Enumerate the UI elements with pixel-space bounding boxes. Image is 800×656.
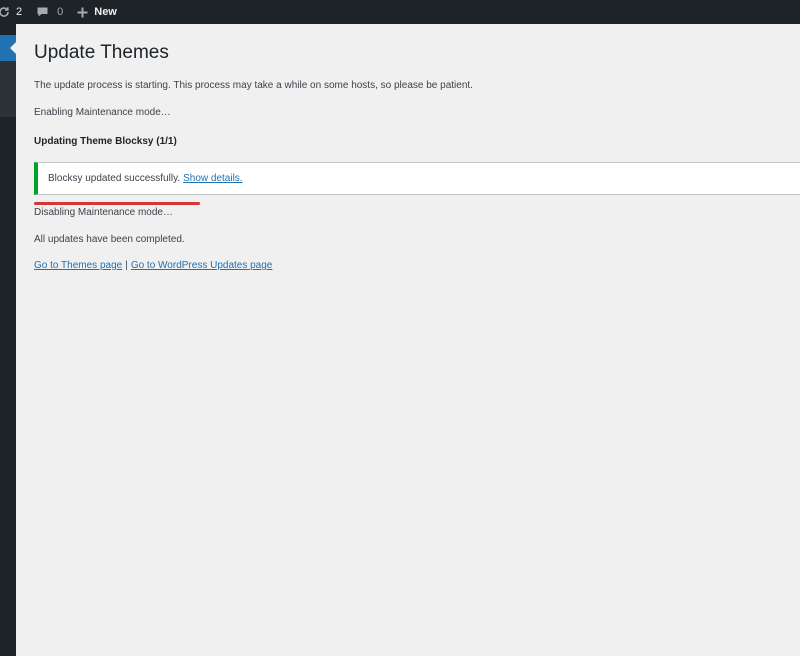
themes-page-link[interactable]: Go to Themes page xyxy=(34,260,122,271)
completed-text: All updates have been completed. xyxy=(34,234,185,245)
updates-icon xyxy=(0,6,10,18)
admin-menu xyxy=(0,24,17,656)
admin-bar: 2 0 New xyxy=(0,0,800,24)
enabling-maintenance-text: Enabling Maintenance mode… xyxy=(34,107,171,118)
menu-arrow-icon xyxy=(10,41,17,55)
notice-message: Blocksy updated successfully. xyxy=(48,173,181,184)
updates-page-link[interactable]: Go to WordPress Updates page xyxy=(131,260,273,271)
comments-menu[interactable]: 0 xyxy=(36,0,63,24)
page-title: Update Themes xyxy=(34,42,169,63)
new-content-menu[interactable]: New xyxy=(77,0,117,24)
show-details-link[interactable]: Show details. xyxy=(183,173,242,184)
comment-icon xyxy=(36,6,49,18)
highlight-underline xyxy=(34,202,200,205)
updating-theme-heading: Updating Theme Blocksy (1/1) xyxy=(34,136,177,147)
admin-submenu xyxy=(0,61,16,117)
footer-links: Go to Themes page | Go to WordPress Update… xyxy=(34,260,272,271)
updates-menu[interactable]: 2 xyxy=(0,0,22,24)
comments-count: 0 xyxy=(57,6,64,18)
disabling-maintenance-text: Disabling Maintenance mode… xyxy=(34,207,173,218)
new-label: New xyxy=(94,6,117,18)
updates-count: 2 xyxy=(16,6,23,18)
intro-text: The update process is starting. This pro… xyxy=(34,80,473,91)
link-separator: | xyxy=(125,260,128,271)
plus-icon xyxy=(77,7,88,18)
success-notice: Blocksy updated successfully. Show detai… xyxy=(34,162,800,195)
